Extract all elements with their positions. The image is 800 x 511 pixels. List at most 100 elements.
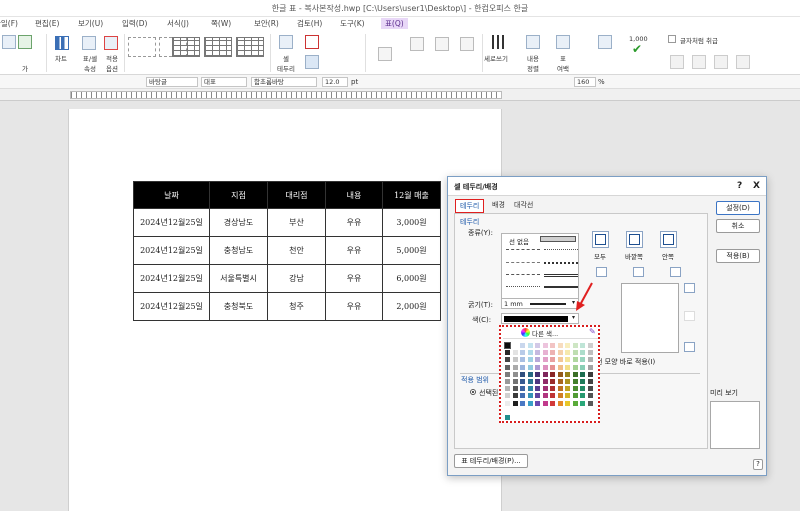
color-swatch[interactable] — [505, 350, 510, 356]
color-swatch[interactable] — [550, 343, 555, 348]
color-swatch[interactable] — [572, 357, 578, 363]
check-icon[interactable] — [18, 35, 32, 49]
menu-item[interactable]: 편집(E) — [35, 18, 59, 29]
border-right-icon[interactable] — [670, 267, 681, 277]
cell[interactable]: 우유 — [325, 292, 383, 321]
color-swatch[interactable] — [542, 350, 548, 356]
table-style-3[interactable] — [172, 37, 200, 57]
header-content[interactable]: 내용 — [325, 181, 383, 209]
color-swatch[interactable] — [505, 393, 510, 399]
cell[interactable]: 6,000원 — [382, 264, 441, 293]
color-swatch[interactable] — [535, 350, 540, 356]
fill-color-icon[interactable] — [305, 55, 319, 69]
color-swatch[interactable] — [580, 400, 585, 406]
color-select[interactable]: ▾ — [501, 313, 579, 324]
line-none-option[interactable]: 선 없음 — [509, 236, 529, 246]
color-swatch[interactable] — [557, 371, 563, 377]
header-region[interactable]: 지점 — [209, 181, 268, 209]
cancel-button[interactable]: 취소 — [716, 219, 760, 233]
color-swatch[interactable] — [587, 364, 593, 370]
preset-outside-icon[interactable] — [626, 231, 643, 248]
position-4-icon[interactable] — [736, 55, 750, 69]
header-agency[interactable]: 대리점 — [267, 181, 326, 209]
color-swatch[interactable] — [512, 400, 518, 406]
table-border-background-button[interactable]: 표 테두리/배경(P)... — [454, 454, 528, 468]
color-swatch[interactable] — [587, 371, 593, 377]
color-swatch[interactable] — [580, 393, 585, 399]
color-swatch[interactable] — [527, 350, 533, 356]
border-preview-box[interactable] — [621, 283, 679, 353]
color-swatch[interactable] — [572, 400, 578, 406]
color-swatch[interactable] — [512, 379, 518, 384]
help-button[interactable]: ? — [753, 459, 763, 470]
color-swatch[interactable] — [527, 357, 533, 363]
cell-border-label[interactable]: 셀 테두리 — [275, 53, 297, 73]
header-date[interactable]: 날짜 — [133, 181, 210, 209]
color-swatch[interactable] — [565, 357, 570, 363]
color-swatch[interactable] — [580, 343, 585, 348]
tab-diagonal[interactable]: 대각선 — [510, 199, 537, 213]
color-swatch[interactable] — [542, 364, 548, 370]
color-swatch[interactable] — [572, 386, 578, 392]
color-swatch[interactable] — [557, 379, 563, 384]
content-align-icon[interactable] — [526, 35, 540, 49]
size-unit[interactable]: pt — [351, 77, 358, 87]
chevron-down-icon[interactable]: ▾ — [572, 314, 575, 321]
ok-button[interactable]: 설정(D) — [716, 201, 760, 215]
apply-button[interactable]: 적용(B) — [716, 249, 760, 263]
close-icon[interactable]: X — [753, 181, 760, 191]
border-bottom-icon[interactable] — [684, 342, 695, 352]
recent-color-swatch[interactable] — [505, 415, 510, 420]
color-swatch[interactable] — [535, 379, 540, 384]
menu-item[interactable]: 파일(F) — [0, 18, 18, 29]
color-swatch[interactable] — [512, 350, 518, 356]
pen-color-icon[interactable] — [305, 35, 319, 49]
palette-icon[interactable] — [521, 328, 530, 337]
color-swatch[interactable] — [565, 350, 570, 356]
color-swatch[interactable] — [550, 357, 555, 363]
cell[interactable]: 천안 — [267, 236, 326, 265]
cell[interactable]: 2024년12월25일 — [133, 264, 210, 293]
color-swatch[interactable] — [565, 371, 570, 377]
help-icon[interactable]: ? — [737, 181, 742, 191]
color-swatch[interactable] — [527, 343, 533, 348]
color-swatch[interactable] — [557, 393, 563, 399]
scope-selected-radio[interactable] — [470, 389, 476, 395]
color-swatch[interactable] — [535, 393, 540, 399]
color-swatch[interactable] — [520, 350, 525, 356]
color-swatch[interactable] — [572, 371, 578, 377]
color-swatch[interactable] — [587, 386, 593, 392]
cell[interactable]: 청주 — [267, 292, 326, 321]
line-dot3[interactable] — [506, 286, 540, 292]
vertical-text-label[interactable]: 세로쓰기 — [484, 53, 508, 63]
color-swatch[interactable] — [542, 379, 548, 384]
cell[interactable]: 2024년12월25일 — [133, 236, 210, 265]
color-swatch[interactable] — [550, 386, 555, 392]
content-align-label[interactable]: 내용 정렬 — [522, 53, 544, 73]
color-swatch[interactable] — [542, 400, 548, 406]
color-swatch[interactable] — [587, 393, 593, 399]
eyedropper-icon[interactable]: ✎ — [589, 327, 596, 336]
color-swatch[interactable] — [527, 371, 533, 377]
preset-inside-icon[interactable] — [660, 231, 677, 248]
color-swatch[interactable] — [520, 371, 525, 377]
cell[interactable]: 2024년12월25일 — [133, 292, 210, 321]
cell[interactable]: 우유 — [325, 236, 383, 265]
color-swatch[interactable] — [550, 364, 555, 370]
color-swatch[interactable] — [520, 400, 525, 406]
chart-icon[interactable] — [55, 36, 69, 50]
menu-item-table-active[interactable]: 표(Q) — [381, 18, 408, 29]
color-swatch[interactable] — [542, 371, 548, 377]
color-swatch[interactable] — [535, 386, 540, 392]
color-swatch[interactable] — [505, 364, 510, 370]
color-swatch[interactable] — [550, 350, 555, 356]
color-swatch[interactable] — [572, 364, 578, 370]
color-swatch[interactable] — [527, 393, 533, 399]
table-margin-label[interactable]: 표 여백 — [552, 53, 574, 73]
line-dot2[interactable] — [544, 262, 578, 268]
line-spacing-input[interactable]: 160 — [574, 77, 596, 87]
color-swatch[interactable] — [580, 350, 585, 356]
insert-row-icon[interactable] — [435, 37, 449, 51]
color-swatch[interactable] — [550, 393, 555, 399]
color-swatch[interactable] — [580, 379, 585, 384]
